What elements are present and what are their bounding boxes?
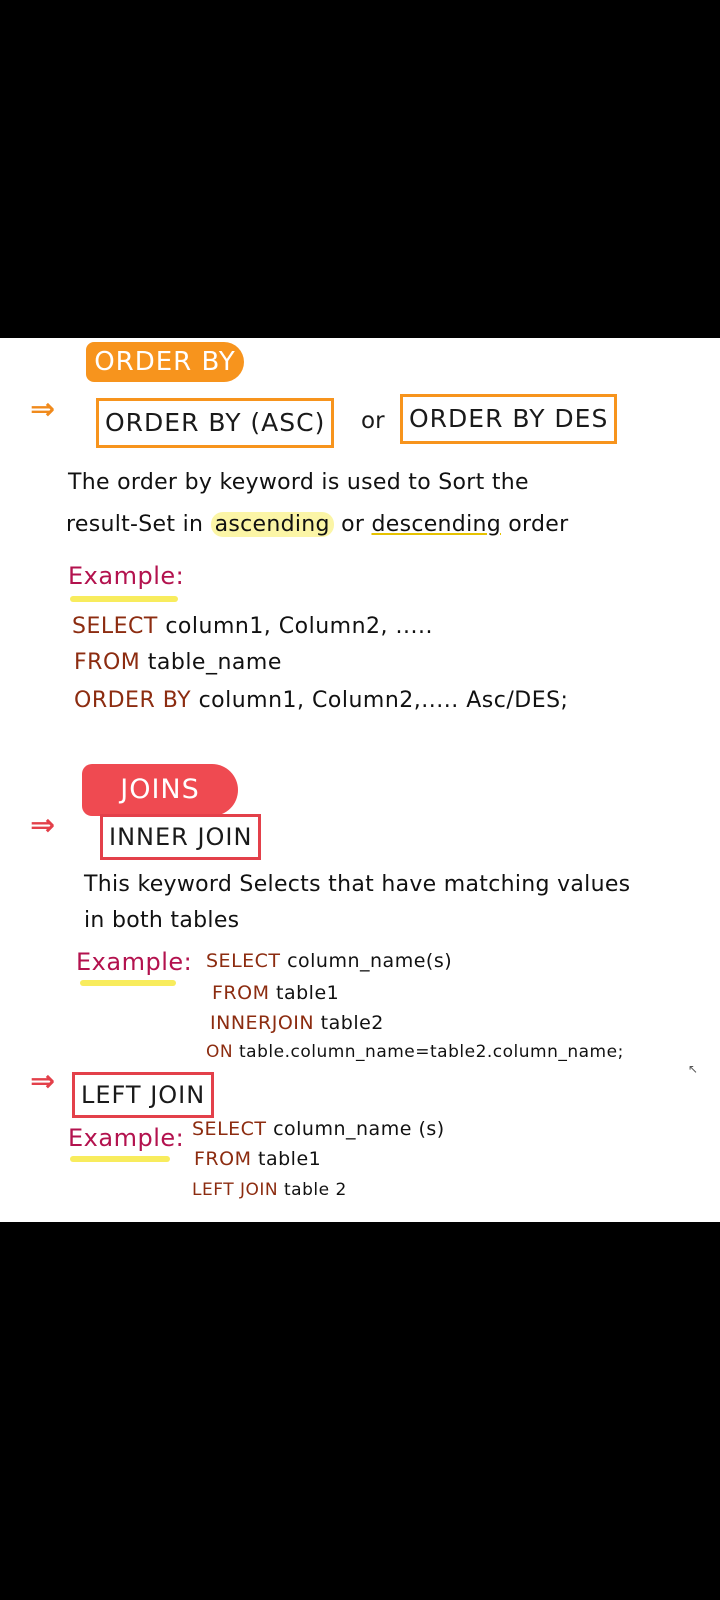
code-line-inner-join: INNERJOIN table2 — [210, 1012, 384, 1034]
code-keyword: SELECT — [206, 950, 281, 972]
inner-join-box: INNER JOIN — [100, 814, 262, 860]
top-black-bar — [0, 0, 720, 338]
code-line-from: FROM table_name — [74, 650, 282, 675]
description-or: or — [341, 512, 365, 537]
code-keyword: LEFT JOIN — [192, 1180, 279, 1200]
example-label: Example: — [76, 948, 193, 976]
description-start: result-Set in — [66, 512, 204, 537]
left-join-box: LEFT JOIN — [72, 1072, 215, 1118]
example-label: Example: — [68, 1124, 185, 1152]
example-label: Example: — [68, 562, 185, 590]
arrow-icon: ⇒ — [30, 808, 56, 843]
code-rest: column1, Column2,..... Asc/DES; — [198, 688, 569, 713]
code-line-order-by: ORDER BY column1, Column2,..... Asc/DES; — [74, 688, 568, 713]
cursor-icon: ↖ — [688, 1062, 699, 1076]
code-rest: table1 — [258, 1148, 322, 1170]
order-by-description-line1: The order by keyword is used to Sort the — [68, 470, 529, 495]
example-underline — [70, 596, 178, 602]
inner-join-description-line2: in both tables — [84, 908, 240, 933]
joins-pill: JOINS — [82, 764, 238, 816]
code-keyword: ORDER BY — [74, 688, 192, 713]
code-keyword: FROM — [194, 1148, 252, 1170]
bottom-black-bar — [0, 1222, 720, 1600]
code-line-on: ON table.column_name=table2.column_name; — [206, 1042, 624, 1062]
code-line-select: SELECT column_name(s) — [206, 950, 452, 972]
order-by-pill: ORDER BY — [86, 342, 244, 382]
code-line-select: SELECT column_name (s) — [192, 1118, 445, 1140]
inner-join-description-line1: This keyword Selects that have matching … — [84, 872, 631, 897]
notes-image: ORDER BY ⇒ ORDER BY (ASC) or ORDER BY DE… — [0, 338, 720, 1222]
code-keyword: FROM — [74, 650, 141, 675]
code-rest: column_name(s) — [287, 950, 453, 972]
code-line-from: FROM table1 — [194, 1148, 321, 1170]
ascending-highlight: ascending — [210, 512, 334, 537]
descending-word: descending — [371, 512, 501, 537]
code-line-from: FROM table1 — [212, 982, 339, 1004]
order-by-asc-box: ORDER BY (ASC) — [96, 398, 335, 448]
code-rest: table 2 — [284, 1180, 347, 1200]
code-rest: table_name — [147, 650, 282, 675]
order-by-des-box: ORDER BY DES — [400, 394, 618, 444]
code-keyword: SELECT — [192, 1118, 267, 1140]
arrow-icon: ⇒ — [30, 392, 56, 427]
example-underline — [70, 1156, 170, 1162]
code-line-left-join: LEFT JOIN table 2 — [192, 1180, 347, 1200]
code-keyword: FROM — [212, 982, 270, 1004]
arrow-icon: ⇒ — [30, 1064, 56, 1099]
code-keyword: ON — [206, 1042, 234, 1062]
code-keyword: INNERJOIN — [210, 1012, 315, 1034]
or-word: or — [361, 408, 385, 434]
code-rest: table2 — [320, 1012, 384, 1034]
code-rest: column1, Column2, ..... — [165, 614, 433, 639]
code-rest: column_name (s) — [273, 1118, 445, 1140]
description-order: order — [508, 512, 569, 537]
order-by-description-line2: result-Set in ascending or descending or… — [66, 512, 568, 537]
code-line-select: SELECT column1, Column2, ..... — [72, 614, 433, 639]
code-rest: table1 — [276, 982, 340, 1004]
code-keyword: SELECT — [72, 614, 158, 639]
code-rest: table.column_name=table2.column_name; — [239, 1042, 624, 1062]
example-underline — [80, 980, 176, 986]
